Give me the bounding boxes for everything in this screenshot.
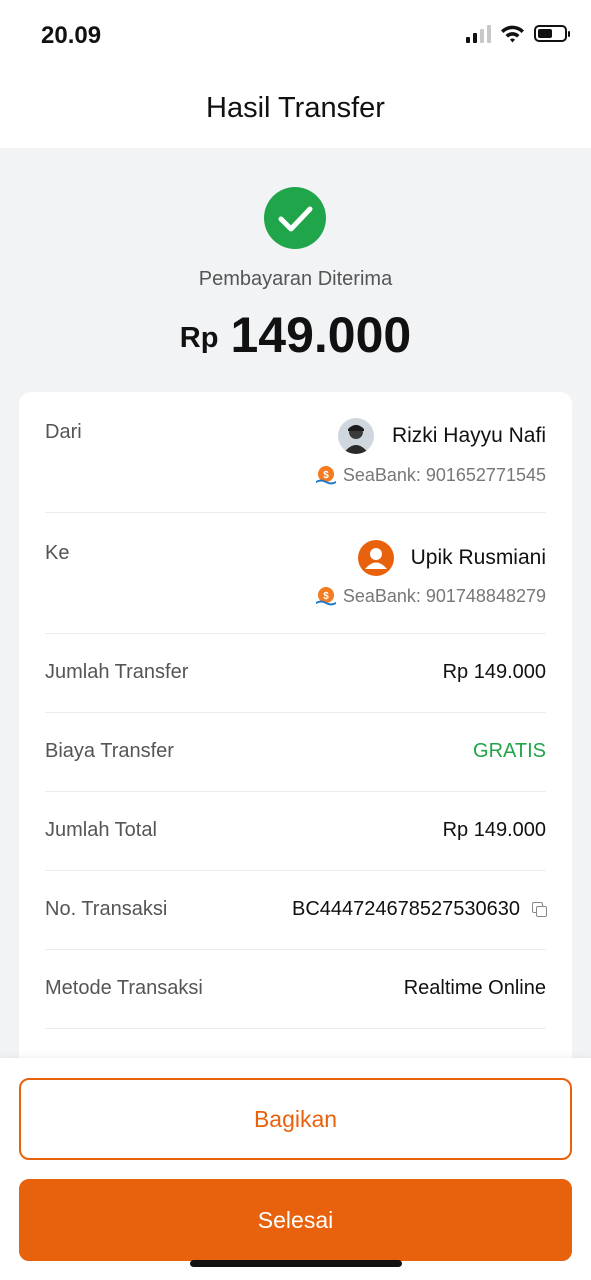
currency-label: Rp [179, 322, 219, 354]
transfer-amount-display: Rp 149.000 [0, 306, 591, 364]
transfer-amount-value: Rp 149.000 [442, 661, 546, 683]
header: Hasil Transfer [0, 72, 591, 148]
status-icons [466, 24, 570, 43]
status-time: 20.09 [41, 22, 102, 49]
status-bar: 20.09 [0, 0, 591, 72]
transaction-details-card: Dari Rizki Hayyu Nafi $ SeaBank: 9016527… [19, 392, 572, 1092]
recipient-account-text: SeaBank: 901748848279 [342, 585, 546, 606]
svg-text:$: $ [323, 591, 329, 602]
transfer-amount-label: Jumlah Transfer [45, 661, 189, 683]
transfer-fee-label: Biaya Transfer [45, 740, 174, 762]
total-amount-value: Rp 149.000 [442, 819, 546, 841]
transfer-amount-row: Jumlah Transfer Rp 149.000 [45, 634, 546, 713]
sender-account-text: SeaBank: 901652771545 [342, 464, 546, 485]
user-avatar-icon [358, 540, 394, 576]
svg-text:$: $ [323, 470, 329, 481]
sender-label: Dari [45, 421, 82, 443]
amount-value: 149.000 [230, 307, 412, 363]
sender-name: Rizki Hayyu Nafi [391, 424, 546, 447]
signal-icon [466, 24, 491, 43]
check-circle-icon [264, 187, 326, 249]
recipient-account: $ SeaBank: 901748848279 [315, 585, 546, 607]
transfer-fee-value: GRATIS [473, 740, 546, 762]
transaction-number-row: No. Transaksi BC444724678527530630 [45, 871, 547, 950]
seabank-logo-icon: $ [315, 587, 336, 606]
transfer-fee-row: Biaya Transfer GRATIS [45, 713, 546, 792]
transaction-method-row: Metode Transaksi Realtime Online [45, 950, 546, 1029]
seabank-logo-icon: $ [315, 466, 336, 485]
recipient-row: Ke Upik Rusmiani $ SeaBank: 901748848279 [45, 513, 546, 634]
transaction-number-text: BC444724678527530630 [292, 898, 520, 920]
done-button[interactable]: Selesai [19, 1179, 572, 1261]
wifi-icon [501, 25, 524, 43]
recipient-label: Ke [45, 542, 70, 564]
transaction-number-label: No. Transaksi [45, 898, 168, 920]
page-title: Hasil Transfer [206, 92, 385, 124]
transaction-method-value: Realtime Online [403, 977, 546, 999]
sender-row: Dari Rizki Hayyu Nafi $ SeaBank: 9016527… [45, 392, 546, 513]
payment-status-text: Pembayaran Diterima [198, 268, 393, 290]
avatar-photo [338, 418, 374, 454]
bottom-action-bar: Bagikan Selesai [0, 1058, 591, 1280]
total-amount-label: Jumlah Total [45, 819, 157, 841]
recipient-name: Upik Rusmiani [410, 546, 546, 569]
copy-icon[interactable] [532, 902, 547, 917]
transaction-method-label: Metode Transaksi [45, 977, 203, 999]
total-amount-row: Jumlah Total Rp 149.000 [45, 792, 546, 871]
home-indicator [190, 1260, 402, 1267]
transaction-number-value: BC444724678527530630 [292, 898, 547, 921]
battery-level [538, 29, 552, 38]
share-button[interactable]: Bagikan [19, 1078, 572, 1160]
sender-account: $ SeaBank: 901652771545 [315, 464, 546, 486]
battery-icon [534, 25, 570, 42]
